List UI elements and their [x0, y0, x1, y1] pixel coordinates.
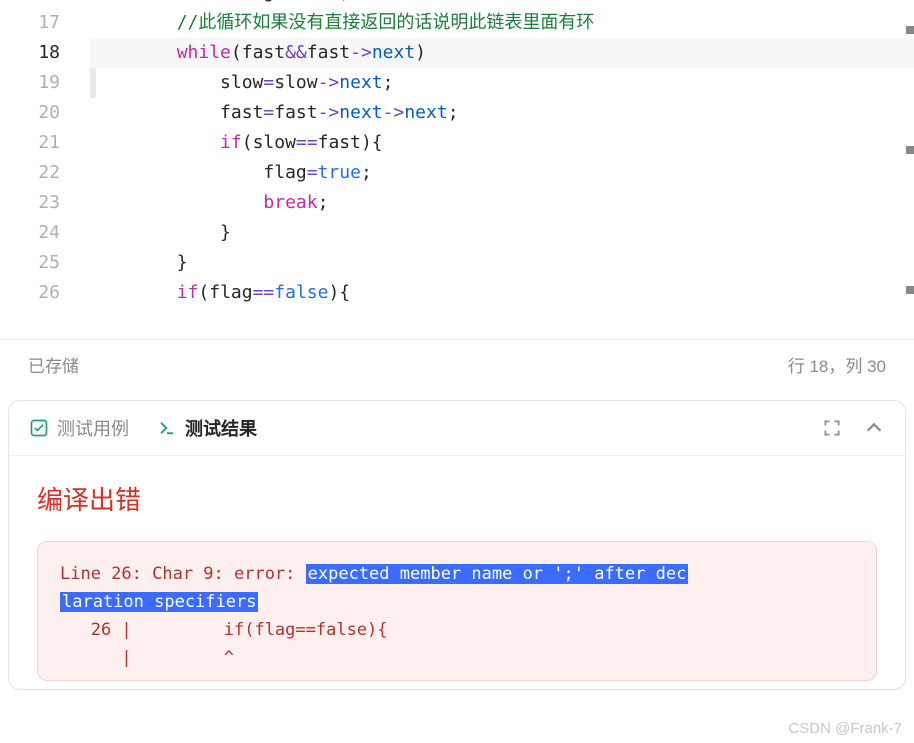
code-line[interactable]: }: [90, 218, 914, 248]
tab-test-cases[interactable]: 测试用例: [29, 415, 129, 441]
line-number: 25: [0, 248, 60, 278]
editor-status-bar: 已存储 行 18，列 30: [0, 340, 914, 388]
code-line[interactable]: while(fast&&fast->next): [90, 38, 914, 68]
line-number: 20: [0, 98, 60, 128]
code-line[interactable]: slow=slow->next;: [90, 68, 914, 98]
line-number: 22: [0, 158, 60, 188]
cursor-position: 行 18，列 30: [788, 352, 886, 377]
code-line[interactable]: if(flag==false){: [90, 278, 914, 308]
code-line[interactable]: }: [90, 248, 914, 278]
code-editor[interactable]: 1617181920212223242526 bool flag=false; …: [0, 0, 914, 340]
panel-header: 测试用例 测试结果: [9, 401, 905, 456]
code-line[interactable]: bool flag=false;: [90, 0, 914, 8]
error-highlight-2: laration specifiers: [60, 592, 258, 612]
line-number: 23: [0, 188, 60, 218]
line-number: 19: [0, 68, 60, 98]
checkbox-icon: [29, 418, 49, 438]
results-panel: 测试用例 测试结果 编译出错 Line 26: Char 9: error: e…: [8, 400, 906, 690]
tab-test-results[interactable]: 测试结果: [157, 415, 257, 441]
error-code-line: 26 | if(flag==false){: [60, 616, 854, 644]
error-box: Line 26: Char 9: error: expected member …: [37, 541, 877, 681]
line-number: 17: [0, 8, 60, 38]
expand-icon[interactable]: [821, 417, 843, 439]
panel-tabs: 测试用例 测试结果: [29, 415, 257, 441]
error-line-1: Line 26: Char 9: error: expected member …: [60, 560, 854, 588]
error-prefix: Line 26: Char 9: error:: [60, 564, 306, 584]
line-number: 16: [0, 0, 60, 8]
error-title: 编译出错: [37, 480, 877, 517]
line-number: 24: [0, 218, 60, 248]
error-line-2: laration specifiers: [60, 588, 854, 616]
line-number-gutter: 1617181920212223242526: [0, 0, 90, 317]
code-line[interactable]: if(slow==fast){: [90, 128, 914, 158]
error-caret-line: | ^: [60, 644, 854, 672]
code-line[interactable]: flag=true;: [90, 158, 914, 188]
code-line[interactable]: fast=fast->next->next;: [90, 98, 914, 128]
watermark: CSDN @Frank-7: [788, 720, 902, 737]
scroll-overview: [904, 0, 914, 339]
line-number: 18: [0, 38, 60, 68]
code-content[interactable]: bool flag=false; //此循环如果没有直接返回的话说明此链表里面有…: [90, 0, 914, 317]
terminal-icon: [157, 418, 177, 438]
panel-actions: [821, 417, 885, 439]
code-line[interactable]: break;: [90, 188, 914, 218]
chevron-up-icon[interactable]: [863, 417, 885, 439]
panel-body: 编译出错 Line 26: Char 9: error: expected me…: [9, 456, 905, 689]
code-line[interactable]: //此循环如果没有直接返回的话说明此链表里面有环: [90, 8, 914, 38]
tab-label: 测试结果: [185, 415, 257, 441]
line-number: 26: [0, 278, 60, 308]
line-number: 21: [0, 128, 60, 158]
tab-label: 测试用例: [57, 415, 129, 441]
error-highlight-1: expected member name or ';' after dec: [306, 564, 689, 584]
saved-status: 已存储: [28, 352, 79, 377]
